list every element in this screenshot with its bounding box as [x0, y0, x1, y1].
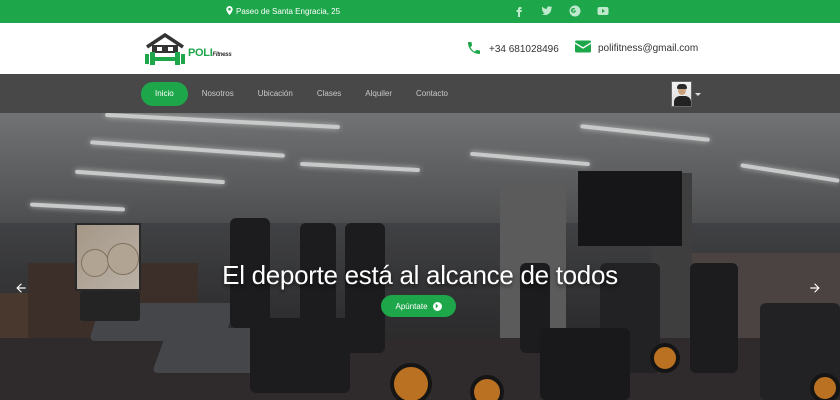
- hero-carousel: El deporte está al alcance de todos Apún…: [0, 113, 840, 400]
- phone-number: +34 681028496: [489, 44, 559, 55]
- address-text: Paseo de Santa Engracia, 25: [236, 7, 341, 16]
- logo-sub-text: Fitness: [212, 52, 232, 58]
- social-links: [512, 4, 610, 18]
- arrow-circle-right-icon: [432, 301, 442, 311]
- nav-item-inicio[interactable]: Inicio: [141, 82, 188, 106]
- chevron-down-icon[interactable]: [695, 92, 701, 96]
- nav-menu: Inicio Nosotros Ubicación Clases Alquile…: [141, 82, 460, 106]
- logo-main-text: POLI: [188, 47, 213, 59]
- email-address: polifitness@gmail.com: [598, 42, 699, 54]
- facebook-icon[interactable]: [512, 4, 526, 18]
- site-logo[interactable]: POLIFitness: [143, 32, 253, 67]
- map-pin-icon: [226, 6, 233, 17]
- nav-item-nosotros[interactable]: Nosotros: [190, 82, 246, 106]
- contact-phone[interactable]: +34 681028496: [466, 40, 559, 59]
- nav-item-ubicacion[interactable]: Ubicación: [246, 82, 305, 106]
- signup-label: Apúntate: [395, 301, 428, 311]
- house-dumbbell-icon: [145, 32, 185, 66]
- envelope-icon: [575, 40, 591, 56]
- nav-item-alquiler[interactable]: Alquiler: [353, 82, 404, 106]
- signup-button[interactable]: Apúntate: [381, 295, 456, 317]
- main-nav: Inicio Nosotros Ubicación Clases Alquile…: [0, 74, 840, 113]
- hero-title: El deporte está al alcance de todos: [222, 260, 618, 290]
- youtube-icon[interactable]: [596, 4, 610, 18]
- address: Paseo de Santa Engracia, 25: [226, 6, 340, 17]
- site-header: POLIFitness +34 681028496 polifitness@gm…: [0, 23, 840, 74]
- nav-item-clases[interactable]: Clases: [305, 82, 353, 106]
- contact-email[interactable]: polifitness@gmail.com: [575, 40, 698, 56]
- google-plus-icon[interactable]: [568, 4, 582, 18]
- avatar[interactable]: [671, 81, 692, 107]
- phone-icon: [466, 40, 482, 59]
- user-menu[interactable]: [671, 81, 701, 107]
- nav-item-contacto[interactable]: Contacto: [404, 82, 460, 106]
- top-info-bar: Paseo de Santa Engracia, 25: [0, 0, 840, 23]
- twitter-icon[interactable]: [540, 4, 554, 18]
- logo-text: POLIFitness: [188, 47, 232, 59]
